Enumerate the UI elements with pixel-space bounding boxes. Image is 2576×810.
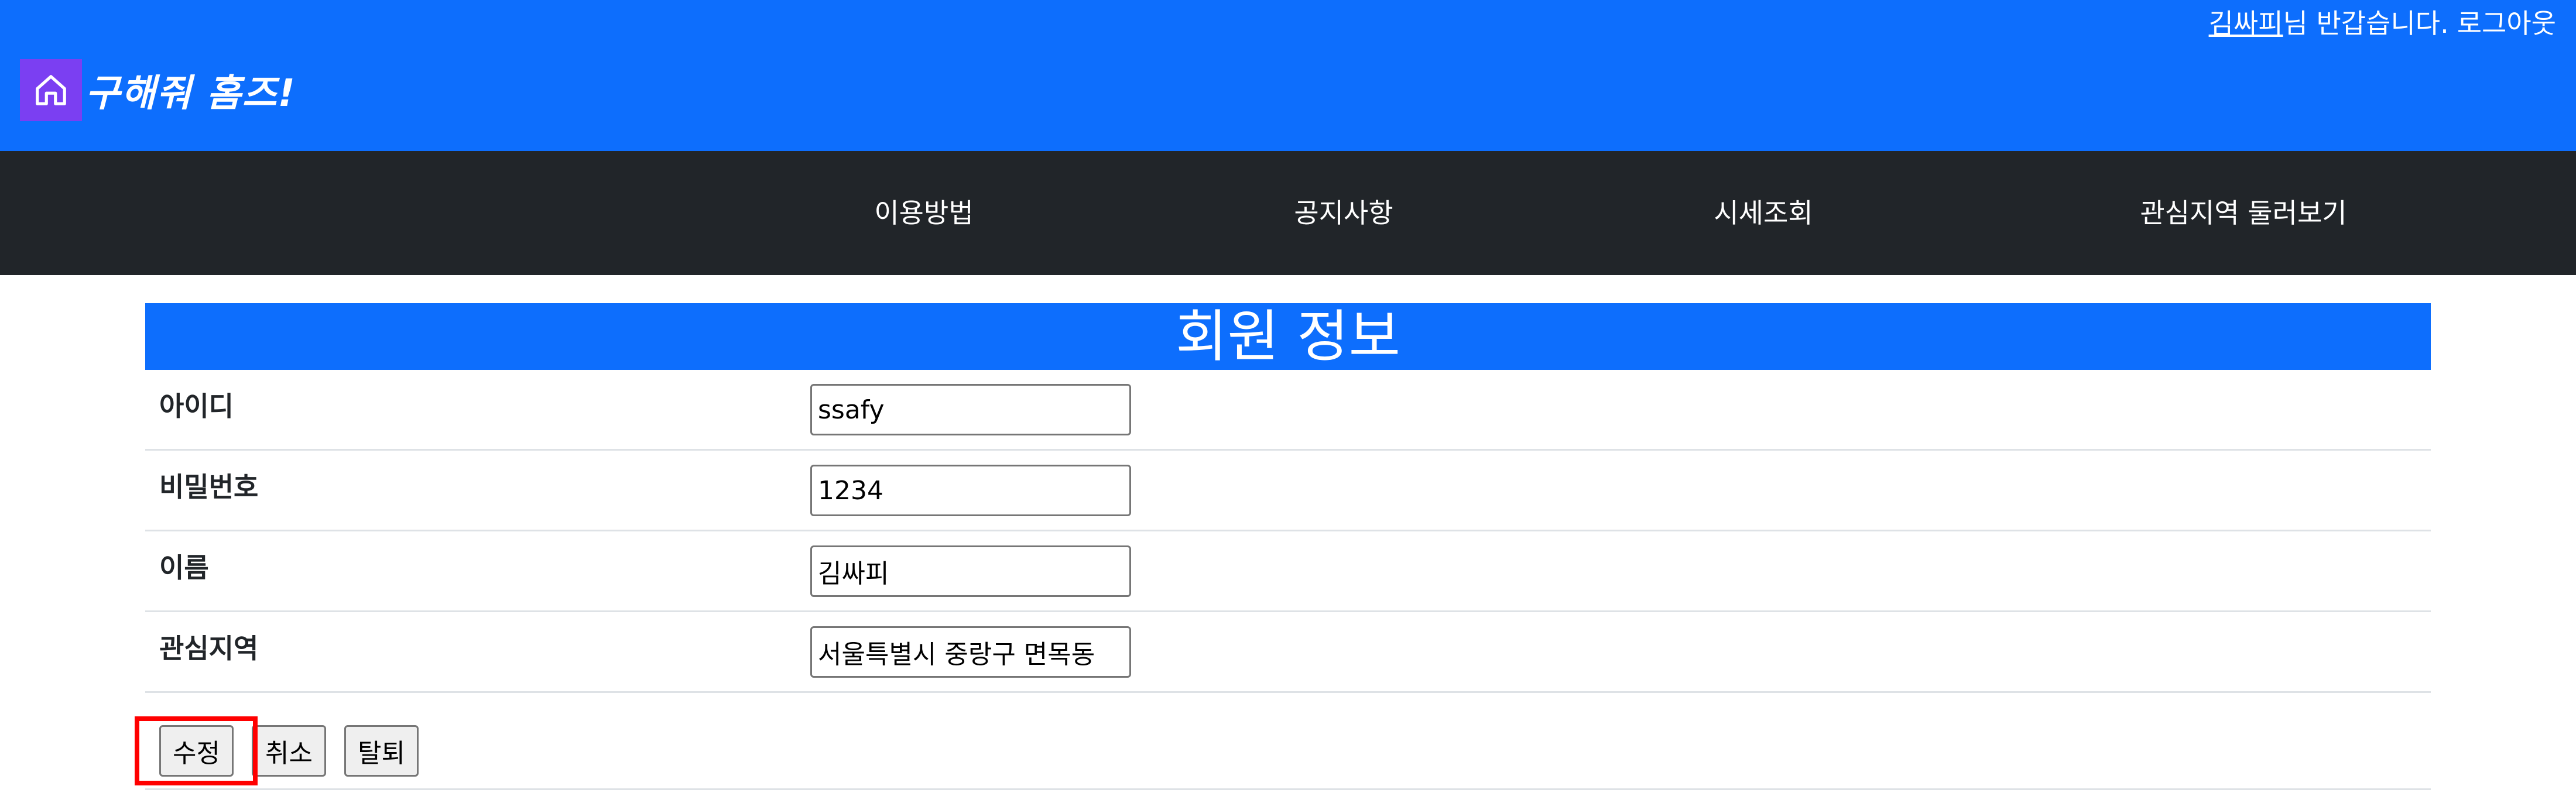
form-row-name: 이름: [145, 531, 2431, 612]
greeting-text: 님 반갑습니다.: [2283, 8, 2449, 39]
id-label: 아이디: [159, 390, 234, 422]
form-row-id: 아이디: [145, 370, 2431, 451]
interest-area-label: 관심지역: [159, 633, 259, 664]
password-label: 비밀번호: [159, 471, 259, 503]
edit-button-highlight: [135, 716, 258, 785]
name-field[interactable]: [810, 545, 1131, 597]
nav-item-usage[interactable]: 이용방법: [874, 151, 973, 275]
withdraw-button[interactable]: 탈퇴: [344, 725, 419, 777]
name-label: 이름: [159, 552, 209, 584]
cancel-button[interactable]: 취소: [252, 725, 326, 777]
site-logo[interactable]: 구해줘 홈즈!: [20, 59, 296, 122]
house-icon: [20, 59, 82, 121]
user-name-link[interactable]: 김싸피: [2209, 8, 2283, 39]
main-navbar: 이용방법 공지사항 시세조회 관심지역 둘러보기: [0, 151, 2576, 275]
form-row-password: 비밀번호: [145, 451, 2431, 531]
logout-link[interactable]: 로그아웃: [2457, 8, 2556, 39]
page-title: 회원 정보: [145, 303, 2431, 370]
action-button-row: 수정 취소 탈퇴: [145, 709, 2431, 790]
nav-item-price-lookup[interactable]: 시세조회: [1714, 151, 1813, 275]
interest-area-field[interactable]: [810, 626, 1131, 678]
user-greeting: 김싸피님 반갑습니다. 로그아웃: [2209, 2, 2556, 41]
nav-item-interest-areas[interactable]: 관심지역 둘러보기: [2140, 151, 2347, 275]
nav-item-notices[interactable]: 공지사항: [1294, 151, 1393, 275]
logo-text: 구해줘 홈즈!: [85, 72, 296, 115]
form-row-interest-area: 관심지역: [145, 612, 2431, 693]
id-field[interactable]: [810, 384, 1131, 435]
password-field[interactable]: [810, 465, 1131, 516]
top-header: 김싸피님 반갑습니다. 로그아웃 구해줘 홈즈!: [0, 0, 2576, 151]
